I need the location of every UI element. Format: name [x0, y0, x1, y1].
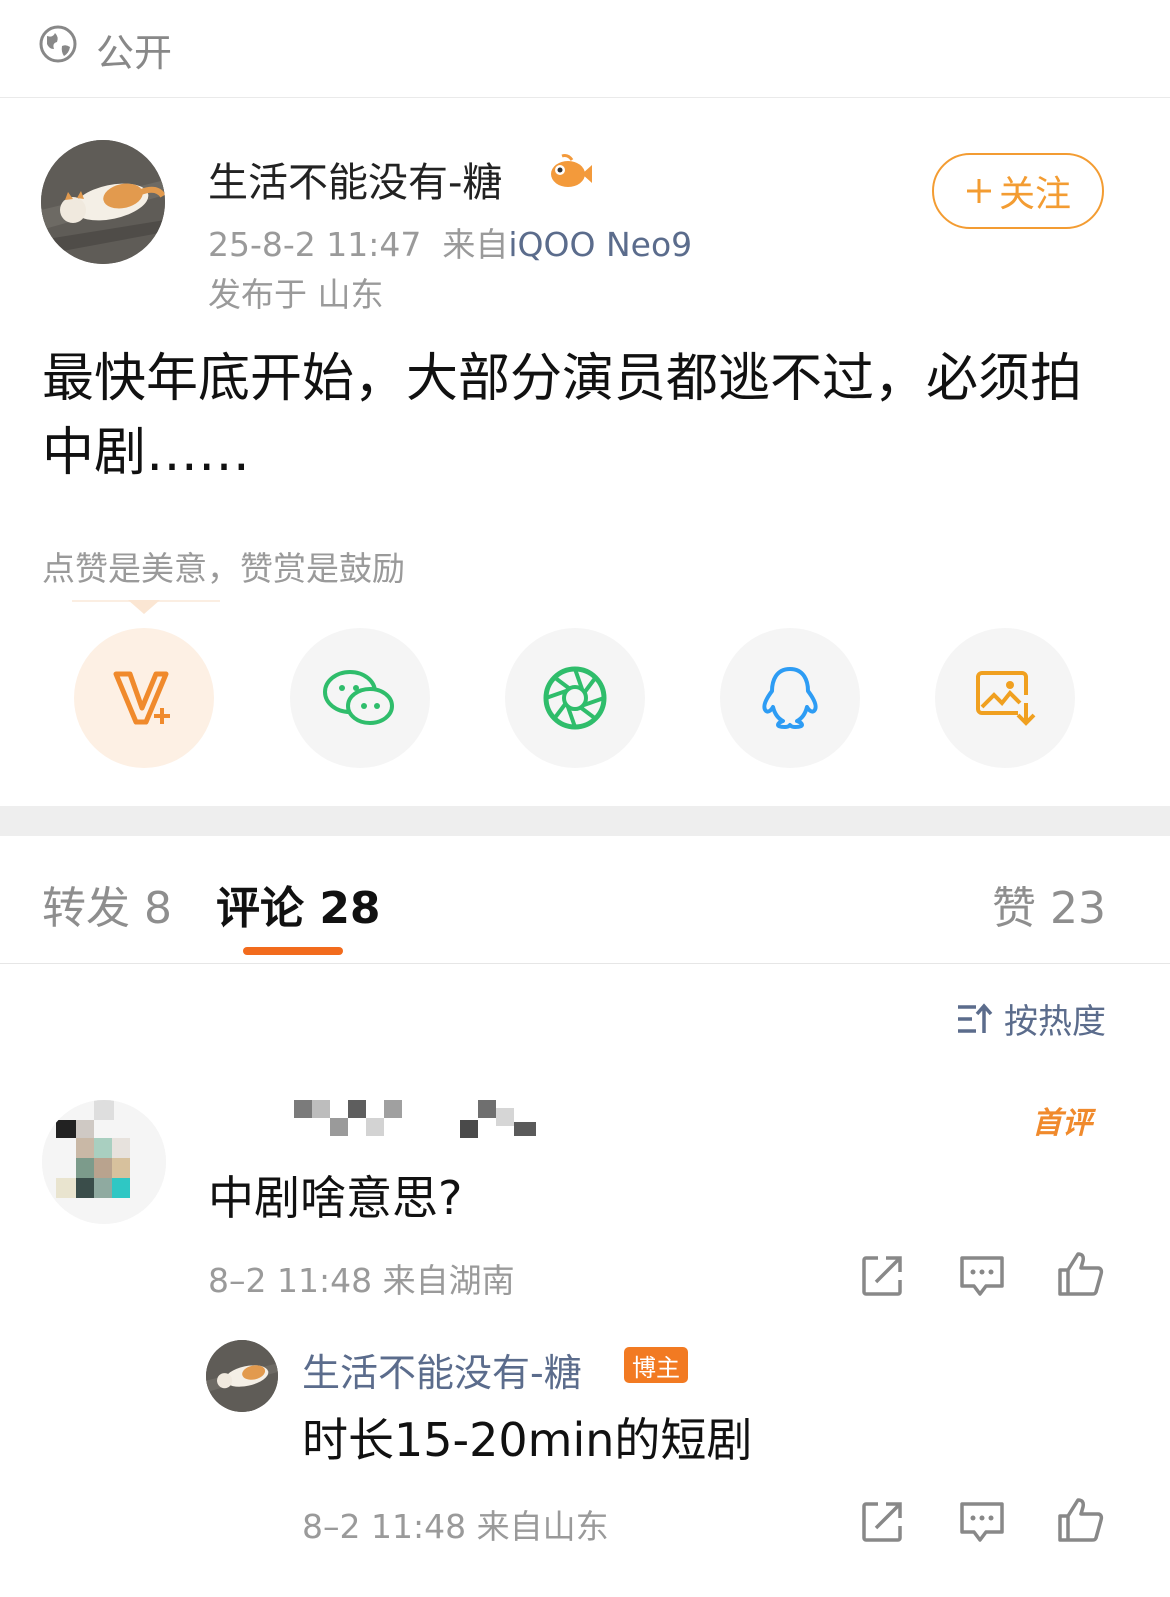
- blogger-badge: 博主: [624, 1347, 688, 1383]
- share-wechat-button[interactable]: [290, 628, 430, 768]
- sort-icon: [958, 1002, 993, 1033]
- wechat-icon: [323, 670, 394, 725]
- reply-text: 时长15-20min的短剧: [302, 1413, 753, 1467]
- post-location: 发布于 山东: [208, 275, 384, 314]
- qq-icon: [762, 667, 818, 729]
- author-name[interactable]: 生活不能没有-糖: [208, 150, 502, 208]
- like-icon[interactable]: [1056, 1250, 1104, 1298]
- reply-meta: 8–2 11:48 来自山东: [302, 1507, 609, 1546]
- comment-meta: 8–2 11:48 来自湖南: [208, 1261, 515, 1300]
- plus-icon: [966, 179, 991, 203]
- post-timestamp: 25-8-2 11:47: [208, 225, 422, 264]
- tab-repost[interactable]: 转发 8: [42, 872, 172, 936]
- sort-button[interactable]: 按热度: [956, 994, 1106, 1043]
- globe-icon: [39, 25, 77, 63]
- tab-comment[interactable]: 评论 28: [216, 872, 381, 936]
- moments-icon: [543, 666, 607, 730]
- visibility-bar: 公开: [0, 0, 1170, 98]
- sort-label: 按热度: [1004, 1002, 1106, 1042]
- commenter-avatar[interactable]: [42, 1100, 166, 1224]
- vplus-icon: [113, 671, 170, 725]
- follow-button[interactable]: 关注: [932, 153, 1104, 229]
- follow-label: 关注: [998, 174, 1071, 215]
- post-device[interactable]: iQOO Neo9: [508, 225, 692, 264]
- post-text: 最快年底开始，大部分演员都逃不过，必须拍中剧……: [42, 349, 1083, 483]
- save-image-icon: [976, 671, 1036, 726]
- reply-repost-icon[interactable]: [858, 1498, 906, 1546]
- comment-text: 中剧啥意思?: [208, 1171, 463, 1225]
- save-image-button[interactable]: [935, 628, 1075, 768]
- post-meta: 25-8-2 11:47 来自iQOO Neo9: [208, 218, 692, 266]
- repost-icon[interactable]: [858, 1252, 906, 1300]
- commenter-name-blurred[interactable]: [294, 1100, 544, 1140]
- comment-icon[interactable]: [958, 1252, 1006, 1300]
- reply-like-icon[interactable]: [1056, 1496, 1104, 1544]
- reply-author-name[interactable]: 生活不能没有-糖: [302, 1342, 582, 1397]
- reward-tip: 点赞是美意，赞赏是鼓励: [42, 549, 405, 588]
- share-moments-button[interactable]: [505, 628, 645, 768]
- reply-comment-icon[interactable]: [958, 1498, 1006, 1546]
- section-divider: [0, 806, 1170, 836]
- author-avatar[interactable]: [41, 140, 165, 264]
- visibility-label: 公开: [96, 31, 173, 75]
- share-qq-button[interactable]: [720, 628, 860, 768]
- tab-like[interactable]: 赞 23: [992, 872, 1106, 936]
- tip-caret: [128, 600, 160, 614]
- post-source-prefix: 来自: [442, 225, 509, 264]
- fish-badge-icon: [551, 154, 592, 187]
- tabs-border: [0, 963, 1170, 964]
- first-comment-badge: 首评: [1032, 1106, 1092, 1141]
- vplus-reward-button[interactable]: [74, 628, 214, 768]
- active-tab-indicator: [243, 947, 343, 955]
- reply-author-avatar[interactable]: [206, 1340, 278, 1412]
